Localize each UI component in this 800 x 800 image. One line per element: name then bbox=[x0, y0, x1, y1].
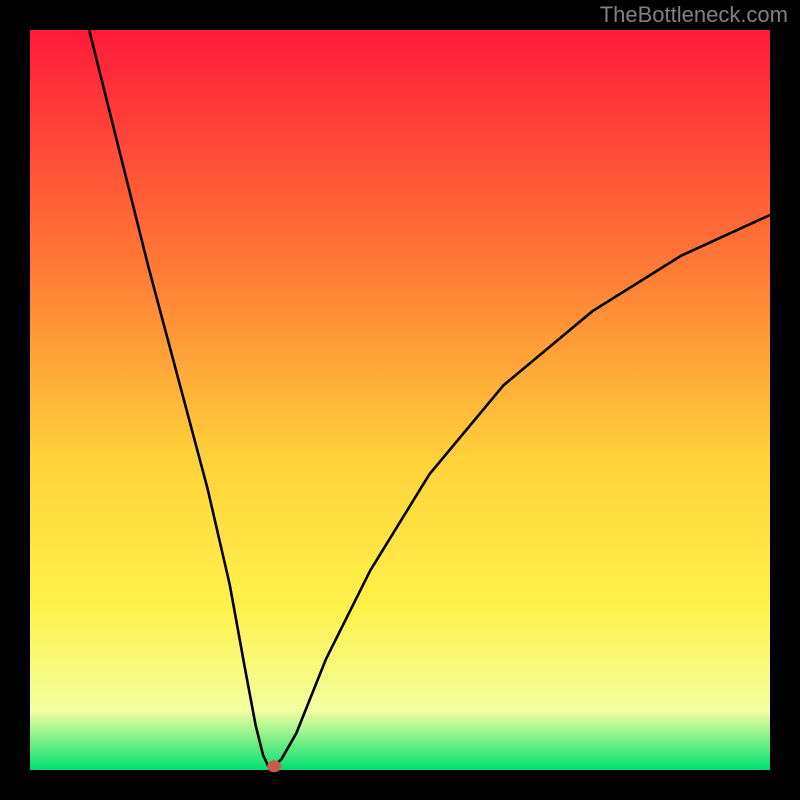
optimum-dot bbox=[267, 760, 281, 772]
bottleneck-chart bbox=[0, 0, 800, 800]
watermark-text: TheBottleneck.com bbox=[600, 2, 788, 28]
chart-container: TheBottleneck.com bbox=[0, 0, 800, 800]
plot-area bbox=[30, 30, 770, 770]
